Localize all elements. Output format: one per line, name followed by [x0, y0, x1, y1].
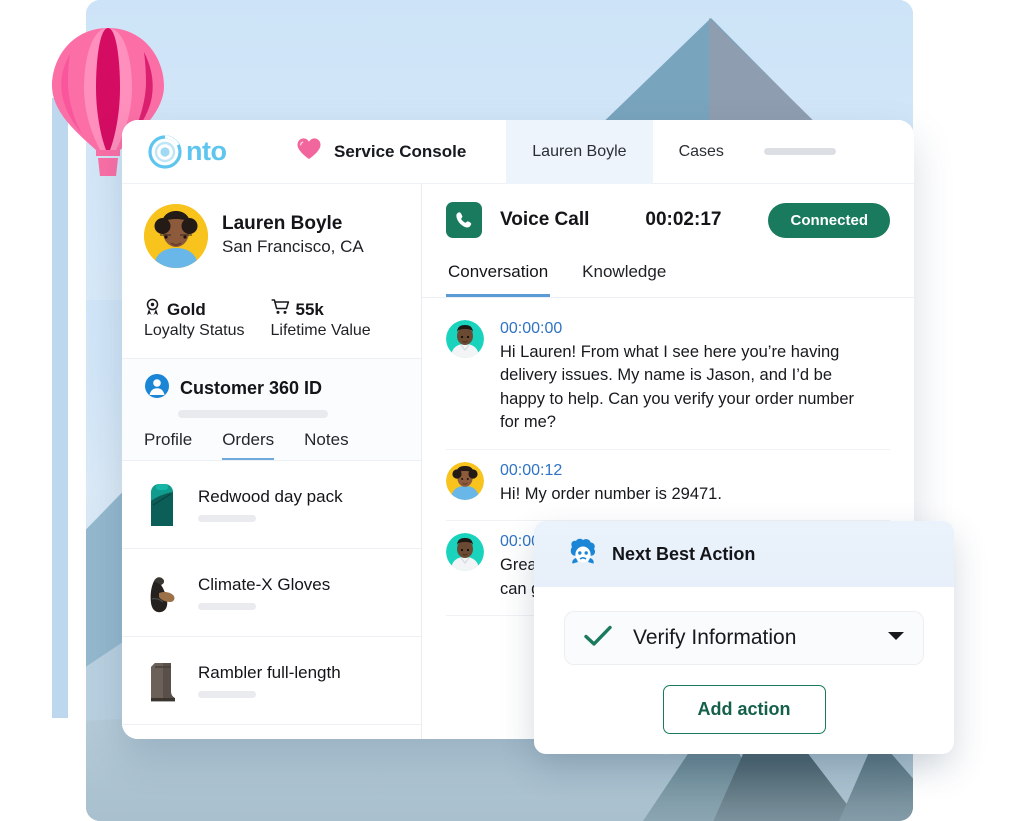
next-best-action-body: Verify Information Add action [534, 587, 954, 754]
balloon-pole [52, 98, 68, 718]
tab-conversation[interactable]: Conversation [446, 256, 551, 297]
tab-label: Lauren Boyle [532, 142, 627, 160]
tab-profile[interactable]: Profile [144, 430, 192, 460]
status-badge: Connected [768, 202, 890, 238]
stat-label: Loyalty Status [144, 322, 245, 339]
order-item[interactable]: Climate-X Gloves [122, 549, 421, 637]
mist-overlay [86, 760, 913, 821]
tab-notes[interactable]: Notes [304, 430, 348, 460]
tab-label: Profile [144, 430, 193, 449]
message-item: 00:00:12 Hi! My order number is 29471. [446, 450, 890, 522]
order-meta-placeholder [198, 515, 256, 522]
action-select-value: Verify Information [633, 626, 797, 649]
next-best-action-panel: Next Best Action Verify Information Add … [534, 521, 954, 754]
customer-name: Lauren Boyle [222, 213, 343, 235]
message-item: 00:00:00 Hi Lauren! From what I see here… [446, 308, 890, 450]
tab-label: Cases [678, 142, 724, 160]
agent-avatar [446, 533, 484, 572]
mountain-peak-shadow [709, 18, 827, 134]
message-timestamp: 00:00:12 [500, 461, 563, 479]
next-best-action-header: Next Best Action [534, 521, 954, 587]
heart-icon [296, 137, 322, 166]
chevron-down-icon[interactable] [887, 629, 905, 647]
stat-label: Lifetime Value [270, 322, 371, 339]
tab-label: Orders [222, 430, 275, 449]
stat-loyalty: Gold Loyalty Status [144, 298, 245, 340]
customer-360-title: Customer 360 ID [180, 378, 323, 398]
check-icon [583, 624, 613, 653]
tab-knowledge[interactable]: Knowledge [580, 256, 668, 297]
einstein-icon [568, 538, 598, 571]
action-select[interactable]: Verify Information [564, 611, 924, 665]
order-item[interactable]: Redwood day pack [122, 461, 421, 549]
customer-360-id-placeholder [178, 410, 328, 418]
tab-label: Knowledge [582, 262, 667, 281]
shopping-cart-icon [271, 298, 290, 321]
message-timestamp: 00:00:00 [500, 320, 563, 337]
service-console-label: Service Console [334, 141, 467, 161]
order-meta-placeholder [198, 691, 256, 698]
message-text: Hi! My order number is 29471. [500, 484, 722, 503]
tab-label: Notes [304, 430, 349, 449]
add-action-button[interactable]: Add action [662, 685, 826, 734]
brand-logo[interactable]: nto [122, 134, 282, 169]
nto-circular-emblem-icon [148, 134, 182, 169]
brand-logo-text: nto [186, 136, 227, 166]
phone-icon [446, 202, 482, 238]
stat-value: Gold [167, 299, 206, 319]
glove-thumbnail [142, 569, 182, 617]
tab-orders[interactable]: Orders [222, 430, 275, 460]
order-name: Climate-X Gloves [198, 575, 331, 594]
customer-header: Lauren Boyle San Francisco, CA [122, 184, 421, 282]
next-best-action-title: Next Best Action [612, 543, 756, 564]
order-meta-placeholder [198, 603, 256, 610]
stat-lifetime-value: 55k Lifetime Value [271, 298, 371, 340]
boot-thumbnail [142, 657, 182, 705]
workspace-tabs: Lauren Boyle Cases [506, 120, 836, 184]
customer-panel: Lauren Boyle San Francisco, CA Gold Loya… [122, 184, 422, 739]
tab-cases[interactable]: Cases [653, 120, 750, 184]
tab-label: Conversation [448, 262, 549, 281]
call-title: Voice Call [500, 209, 590, 230]
conversation-tabs: Conversation Knowledge [422, 256, 914, 298]
backpack-thumbnail [142, 481, 182, 529]
screenshot-root: nto Service Console Lauren Boyle Cases L… [0, 0, 1020, 821]
orders-list: Redwood day pack Climate-X Gloves Ramble… [122, 461, 421, 739]
award-ribbon-icon [144, 298, 161, 321]
order-item[interactable]: Rambler full-length [122, 637, 421, 725]
customer-avatar [144, 204, 208, 268]
customer-360-tabs: Profile Orders Notes [144, 430, 399, 460]
app-topbar: nto Service Console Lauren Boyle Cases [122, 120, 914, 184]
message-text: Hi Lauren! From what I see here you’re h… [500, 343, 855, 432]
stat-value: 55k [295, 299, 324, 319]
service-console-chip[interactable]: Service Console [288, 129, 485, 174]
order-name: Redwood day pack [198, 487, 343, 506]
customer-avatar [446, 461, 484, 500]
person-circle-icon [144, 373, 170, 404]
customer-360-section: Customer 360 ID Profile Orders Notes [122, 358, 421, 461]
tab-lauren-boyle[interactable]: Lauren Boyle [506, 120, 653, 184]
tab-placeholder-bar [763, 148, 836, 155]
customer-location: San Francisco, CA [222, 236, 364, 256]
call-timer: 00:02:17 [645, 209, 722, 230]
order-name: Rambler full-length [198, 663, 341, 682]
customer-stats: Gold Loyalty Status 55k Lifetime Value [122, 282, 421, 358]
call-header: Voice Call 00:02:17 Connected [422, 184, 914, 256]
agent-avatar [446, 320, 484, 358]
